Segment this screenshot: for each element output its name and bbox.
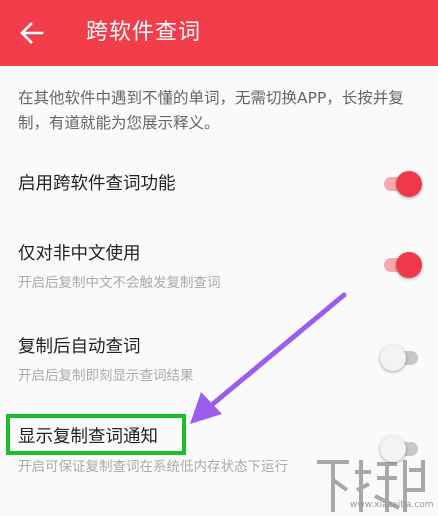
setting-subtitle: 开启后复制即刻显示查词结果 [18, 368, 194, 384]
setting-row-enable-cross-app-lookup[interactable]: 启用跨软件查词功能 [0, 162, 438, 206]
setting-subtitle: 开启后复制中文不会触发复制查词 [18, 275, 221, 291]
setting-title: 仅对非中文使用 [18, 244, 141, 264]
back-button[interactable] [14, 16, 50, 50]
setting-title: 启用跨软件查词功能 [18, 174, 176, 194]
watermark-url: www.xiazaiba.com [350, 500, 434, 510]
toggle-thumb [396, 252, 422, 278]
annotation-highlight-box [6, 414, 186, 455]
arrow-left-icon [20, 22, 44, 44]
setting-subtitle: 开启可保证复制查词在系统低内存状态下运行 [18, 459, 288, 475]
setting-row-non-chinese-only[interactable]: 仅对非中文使用 开启后复制中文不会触发复制查词 [0, 236, 438, 300]
page-title: 跨软件查词 [86, 20, 202, 45]
toggle-non-chinese-only[interactable] [380, 250, 424, 280]
toggle-enable-cross-app-lookup[interactable] [380, 169, 424, 199]
app-bar: 跨软件查词 [0, 0, 438, 66]
feature-description: 在其他软件中遇到不懂的单词，无需切换APP，长按并复制，有道就能为您展示释义。 [18, 89, 404, 132]
toggle-thumb [380, 345, 406, 371]
toggle-auto-lookup-after-copy[interactable] [380, 343, 424, 373]
toggle-thumb [396, 171, 422, 197]
setting-title: 复制后自动查词 [18, 337, 141, 357]
setting-row-auto-lookup-after-copy[interactable]: 复制后自动查词 开启后复制即刻显示查词结果 [0, 329, 438, 393]
